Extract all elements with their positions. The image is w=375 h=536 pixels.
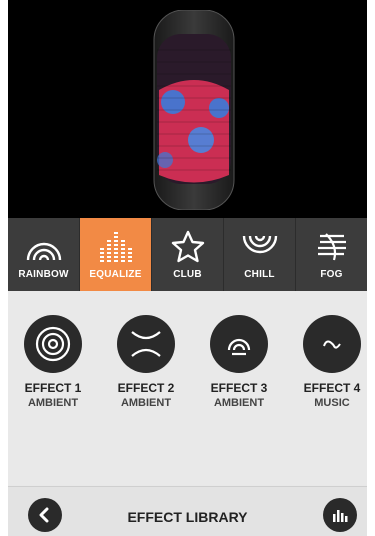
- concentric-rings-icon: [35, 326, 71, 362]
- effect-2-button[interactable]: EFFECT 2 AMBIENT: [101, 315, 191, 409]
- effect-subtitle: AMBIENT: [213, 397, 265, 409]
- page-title: EFFECT LIBRARY: [127, 509, 248, 525]
- effect-category-tabs: RAINBOW EQUALIZE CLUB CHILL FOG: [8, 218, 367, 291]
- tab-label: CHILL: [244, 269, 275, 280]
- equalizer-bars-icon: [333, 510, 348, 522]
- curves-icon: [131, 331, 161, 357]
- effect-3-button[interactable]: EFFECT 3 AMBIENT: [194, 315, 284, 409]
- effect-title: EFFECT 3: [210, 381, 268, 395]
- wave-icon: [323, 340, 341, 349]
- effect-circle: [24, 315, 82, 373]
- speaker-preview: [8, 0, 367, 218]
- tab-rainbow[interactable]: RAINBOW: [8, 218, 80, 291]
- tab-label: CLUB: [173, 269, 202, 280]
- effect-1-button[interactable]: EFFECT 1 AMBIENT: [8, 315, 98, 409]
- fog-icon: [317, 233, 346, 261]
- effect-subtitle: AMBIENT: [120, 397, 172, 409]
- tab-fog[interactable]: FOG: [296, 218, 367, 291]
- effects-panel: EFFECT 1 AMBIENT EFFECT 2 AMBIENT EFFECT…: [8, 291, 367, 485]
- bottom-bar: EFFECT LIBRARY: [8, 486, 367, 536]
- effect-title: EFFECT 4: [303, 381, 361, 395]
- tab-equalize[interactable]: EQUALIZE: [80, 218, 152, 291]
- equalizer-icon: [99, 232, 132, 262]
- effect-circle: [210, 315, 268, 373]
- frame-left-margin: [0, 0, 8, 536]
- rainbow-icon: [26, 242, 61, 261]
- chill-waves-icon: [242, 235, 277, 254]
- effect-4-button[interactable]: EFFECT 4 MUSIC: [287, 315, 375, 409]
- effect-title: EFFECT 1: [24, 381, 82, 395]
- star-icon: [171, 230, 204, 263]
- effect-subtitle: MUSIC: [314, 397, 350, 409]
- tab-label: FOG: [320, 269, 343, 280]
- effect-circle: [303, 315, 361, 373]
- tab-club[interactable]: CLUB: [152, 218, 224, 291]
- tab-label: RAINBOW: [18, 269, 69, 280]
- speaker-image: [153, 10, 235, 210]
- effect-circle: [117, 315, 175, 373]
- effect-subtitle: AMBIENT: [27, 397, 79, 409]
- tab-label: EQUALIZE: [89, 269, 142, 280]
- effect-title: EFFECT 2: [117, 381, 175, 395]
- tab-chill[interactable]: CHILL: [224, 218, 296, 291]
- equalizer-button[interactable]: [323, 498, 357, 532]
- frame-right-margin: [367, 0, 375, 536]
- arch-icon: [227, 338, 251, 356]
